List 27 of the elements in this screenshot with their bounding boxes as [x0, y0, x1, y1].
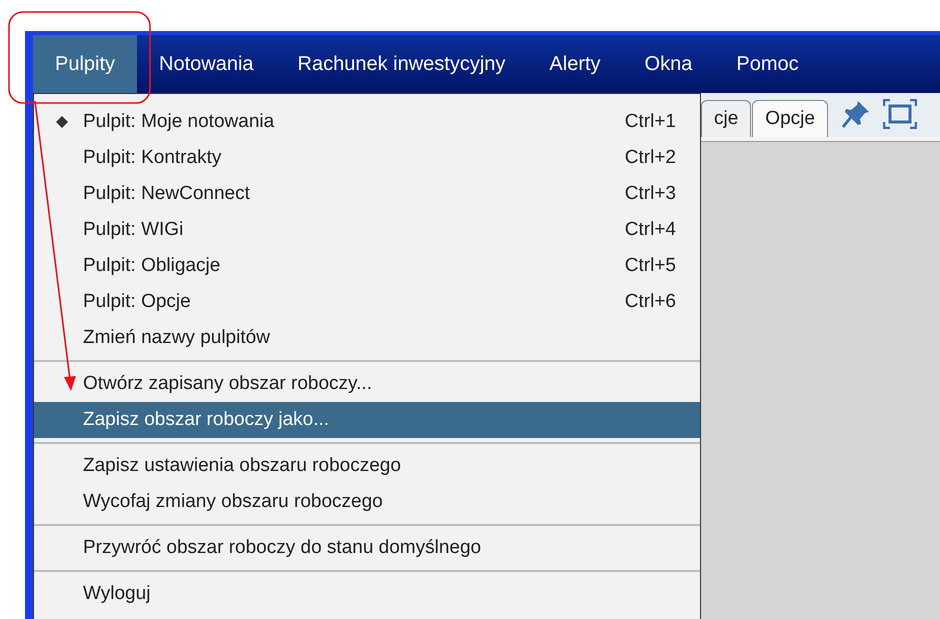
- shortcut-text: Ctrl+1: [624, 111, 676, 133]
- menu-title[interactable]: Alerty: [527, 35, 623, 93]
- menu-item[interactable]: Wycofaj zmiany obszaru roboczego: [34, 484, 700, 520]
- menu-item[interactable]: Otwórz zapisany obszar roboczy...: [34, 366, 700, 402]
- menu-title[interactable]: Pomoc: [714, 35, 821, 93]
- menu-item[interactable]: Pulpit: NewConnect Ctrl+3: [34, 176, 700, 212]
- menu-item[interactable]: Pulpit: Moje notowania Ctrl+1: [34, 104, 700, 140]
- menu-item[interactable]: Wyloguj: [34, 576, 700, 612]
- menu-item[interactable]: Zapisz obszar roboczy jako...: [34, 402, 700, 438]
- tab[interactable]: cje: [701, 100, 752, 137]
- menu-item[interactable]: Pulpit: Opcje Ctrl+6: [34, 284, 700, 320]
- menu-item[interactable]: Zmień nazwy pulpitów: [34, 320, 700, 356]
- shortcut-text: Ctrl+2: [624, 147, 676, 169]
- menu-title[interactable]: Notowania: [137, 35, 276, 93]
- menu-item[interactable]: Zapisz ustawienia obszaru roboczego: [34, 448, 700, 484]
- shortcut-text: Ctrl+4: [624, 219, 676, 241]
- menu-item[interactable]: Pulpit: WIGi Ctrl+4: [34, 212, 700, 248]
- menu-title[interactable]: Okna: [622, 35, 714, 93]
- menu-item[interactable]: Przywróć obszar roboczy do stanu domyślnego: [34, 530, 700, 566]
- shortcut-text: Ctrl+3: [624, 183, 676, 205]
- menu-item[interactable]: Pulpit: Kontrakty Ctrl+2: [34, 140, 700, 176]
- tab[interactable]: Opcje: [752, 100, 828, 137]
- menu-title[interactable]: Pulpity: [33, 35, 138, 93]
- menu-title[interactable]: Rachunek inwestycyjny: [276, 35, 528, 93]
- menu-item[interactable]: Pulpit: Obligacje Ctrl+5: [34, 248, 700, 284]
- shortcut-text: Ctrl+6: [624, 291, 676, 313]
- shortcut-text: Ctrl+5: [624, 255, 676, 277]
